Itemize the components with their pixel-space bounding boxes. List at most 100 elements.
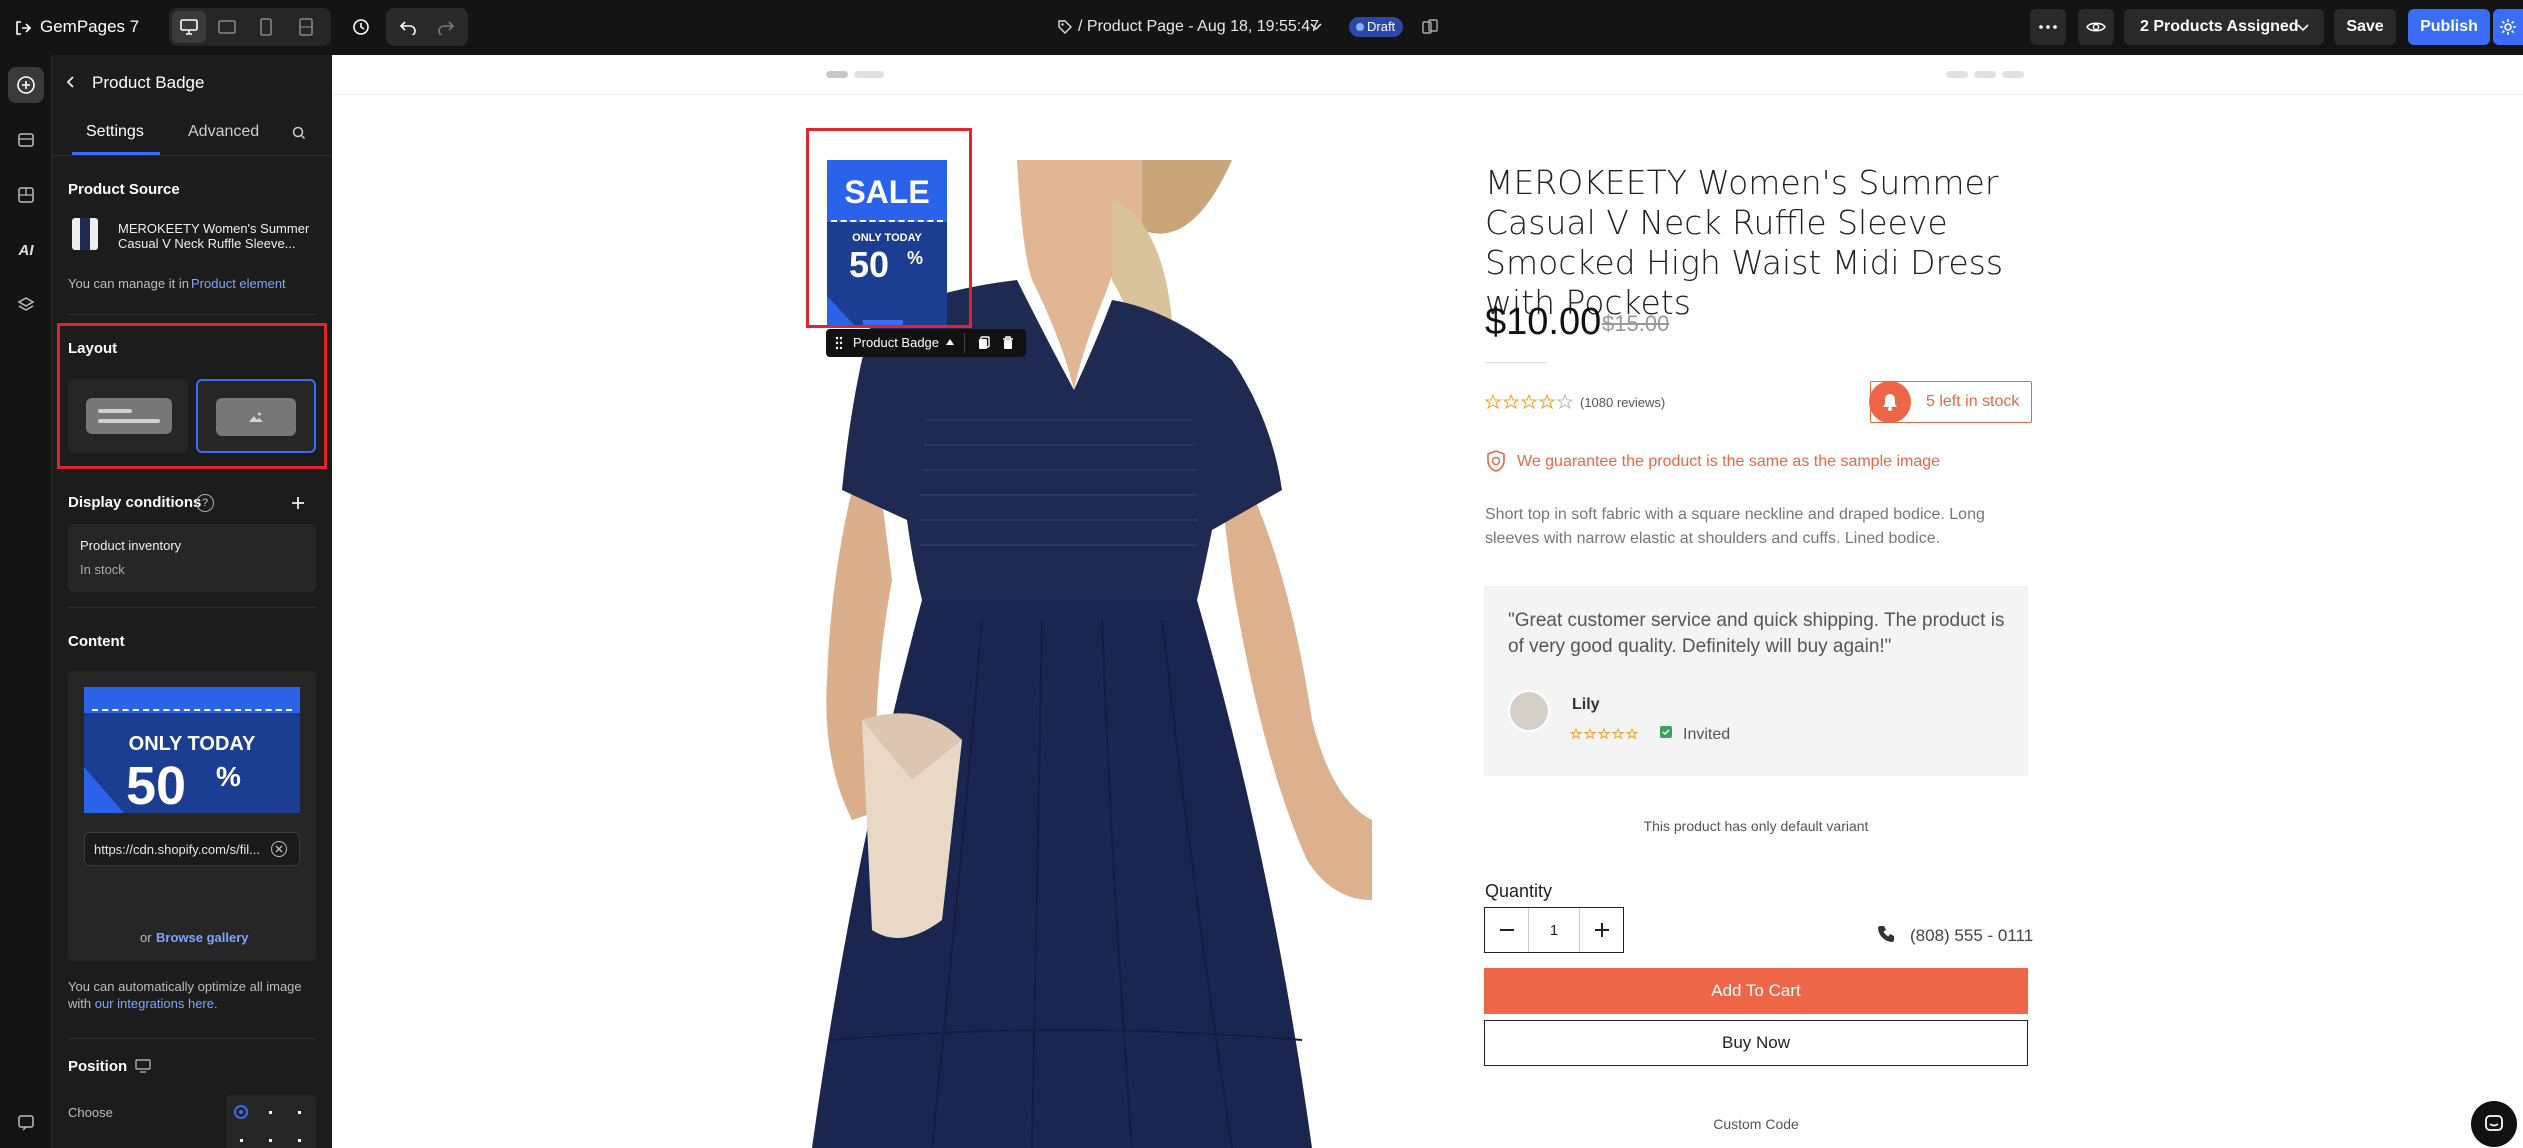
manage-text: You can manage it in — [68, 276, 189, 291]
condition-card[interactable]: Product inventory In stock — [68, 524, 316, 592]
decrease-quantity-button[interactable] — [1485, 908, 1529, 952]
phone-number[interactable]: (808) 555 - 0111 — [1910, 926, 2033, 946]
page-title[interactable]: / Product Page - Aug 18, 19:55:47 — [1078, 18, 1319, 36]
preview-eye-button[interactable] — [2078, 9, 2114, 45]
exit-icon[interactable] — [12, 18, 34, 38]
divider — [52, 155, 332, 156]
divider — [68, 314, 316, 315]
tab-settings[interactable]: Settings — [86, 123, 144, 141]
position-middle-right[interactable] — [298, 1139, 301, 1142]
duplicate-icon[interactable] — [976, 335, 992, 351]
toolbar-divider — [964, 333, 965, 353]
layout-text-line — [98, 409, 132, 413]
compare-icon[interactable] — [1420, 17, 1440, 37]
choose-label: Choose — [68, 1105, 113, 1120]
reviews-count[interactable]: (1080 reviews) — [1580, 395, 1665, 410]
browse-gallery-link[interactable]: Browse gallery — [156, 930, 249, 945]
chat-bubble-icon[interactable] — [2471, 1101, 2517, 1147]
chevron-down-icon[interactable] — [1308, 19, 1324, 35]
preview-corner-shape — [84, 767, 124, 813]
compare-price[interactable]: $15.00 — [1602, 311, 1669, 337]
preview-only-today: ONLY TODAY — [128, 733, 256, 755]
search-icon[interactable] — [290, 124, 308, 142]
caret-up-icon[interactable] — [946, 339, 954, 345]
ai-icon[interactable]: AI — [8, 232, 44, 268]
product-price[interactable]: $10.00 — [1485, 301, 1601, 344]
layers-icon[interactable] — [8, 287, 44, 323]
element-toolbar: Product Badge — [826, 329, 1026, 357]
pages-icon[interactable] — [8, 122, 44, 158]
desktop-view-button[interactable] — [172, 11, 206, 43]
content-heading: Content — [68, 633, 125, 650]
sections-icon[interactable] — [8, 177, 44, 213]
add-to-cart-button[interactable]: Add To Cart — [1484, 968, 2028, 1014]
price-divider — [1485, 362, 1547, 363]
tablet-portrait-button[interactable] — [289, 11, 323, 43]
testimonial-card: "Great customer service and quick shippi… — [1484, 586, 2028, 776]
redo-icon[interactable] — [428, 11, 464, 43]
variant-note: This product has only default variant — [1643, 818, 1869, 834]
stock-text: 5 left in stock — [1926, 393, 2020, 410]
more-options-button[interactable] — [2030, 9, 2066, 45]
product-title[interactable]: MEROKEETY Women's Summer Casual V Neck R… — [1485, 163, 2030, 323]
settings-panel: Product Badge Settings Advanced Product … — [52, 55, 332, 1148]
mobile-view-button[interactable] — [249, 11, 283, 43]
position-middle-left[interactable] — [240, 1139, 243, 1142]
layout-option-image[interactable] — [196, 379, 316, 453]
help-icon[interactable]: ? — [196, 494, 214, 512]
publish-button[interactable]: Publish — [2408, 9, 2490, 45]
product-source-heading: Product Source — [68, 181, 180, 198]
position-dot — [239, 1110, 243, 1114]
product-description: Short top in soft fabric with a square n… — [1485, 506, 1985, 547]
quantity-input[interactable]: 1 — [1529, 908, 1579, 952]
tab-advanced[interactable]: Advanced — [188, 123, 259, 141]
products-assigned-dropdown[interactable]: 2 Products Assigned — [2124, 9, 2324, 45]
condition-title: Product inventory — [80, 538, 182, 553]
tag-icon — [1056, 18, 1074, 36]
delete-icon[interactable] — [1000, 335, 1016, 351]
left-rail: AI — [0, 55, 52, 1148]
header-placeholder — [1974, 71, 1996, 78]
back-arrow-icon[interactable] — [62, 74, 78, 90]
shield-icon — [1485, 450, 1507, 472]
layout-text-line — [98, 419, 160, 423]
verified-check-icon — [1660, 726, 1672, 738]
image-url-input[interactable]: https://cdn.shopify.com/s/fil... — [84, 832, 300, 866]
panel-title: Product Badge — [92, 73, 205, 92]
buy-now-button[interactable]: Buy Now — [1484, 1020, 2028, 1066]
position-center[interactable] — [269, 1139, 272, 1142]
help-chat-icon[interactable] — [8, 1104, 44, 1140]
position-top-right[interactable] — [298, 1111, 301, 1114]
position-top-center[interactable] — [269, 1111, 272, 1114]
increase-quantity-button[interactable] — [1579, 908, 1623, 952]
undo-icon[interactable] — [390, 11, 426, 43]
app-name: GemPages 7 — [40, 17, 140, 36]
clear-url-icon[interactable] — [271, 841, 287, 857]
drag-handle-icon[interactable] — [834, 336, 844, 350]
history-icon[interactable] — [345, 11, 377, 43]
tablet-landscape-button[interactable] — [210, 11, 244, 43]
layout-option-text[interactable] — [68, 379, 188, 453]
product-element-link[interactable]: Product element — [191, 276, 286, 291]
editor-canvas[interactable]: SALE ONLY TODAY 50 % Product Badge MEROK… — [332, 55, 2523, 1148]
invited-label: Invited — [1683, 726, 1731, 743]
add-element-icon[interactable] — [8, 67, 44, 103]
status-badge-label: Draft — [1367, 19, 1396, 34]
custom-code-block[interactable]: Custom Code — [1484, 1116, 2028, 1132]
avatar — [1508, 690, 1550, 732]
rating-stars[interactable] — [1485, 394, 1575, 410]
badge-image-preview[interactable]: ONLY TODAY 50 % — [84, 687, 300, 813]
products-assigned-label: 2 Products Assigned — [2140, 18, 2299, 35]
product-source-name[interactable]: MEROKEETY Women's Summer Casual V Neck R… — [118, 221, 323, 251]
layout-text-preview — [86, 398, 172, 434]
settings-gear-button[interactable] — [2493, 9, 2523, 45]
chevron-down-icon — [2296, 23, 2310, 33]
toolbar-label[interactable]: Product Badge — [853, 335, 939, 350]
quantity-label: Quantity — [1485, 881, 1553, 901]
add-condition-icon[interactable] — [288, 493, 308, 513]
product-thumbnail — [72, 218, 98, 250]
status-dot — [1356, 23, 1364, 31]
integrations-link[interactable]: our integrations here. — [95, 996, 218, 1011]
save-button[interactable]: Save — [2334, 9, 2396, 45]
position-grid[interactable] — [226, 1095, 316, 1148]
